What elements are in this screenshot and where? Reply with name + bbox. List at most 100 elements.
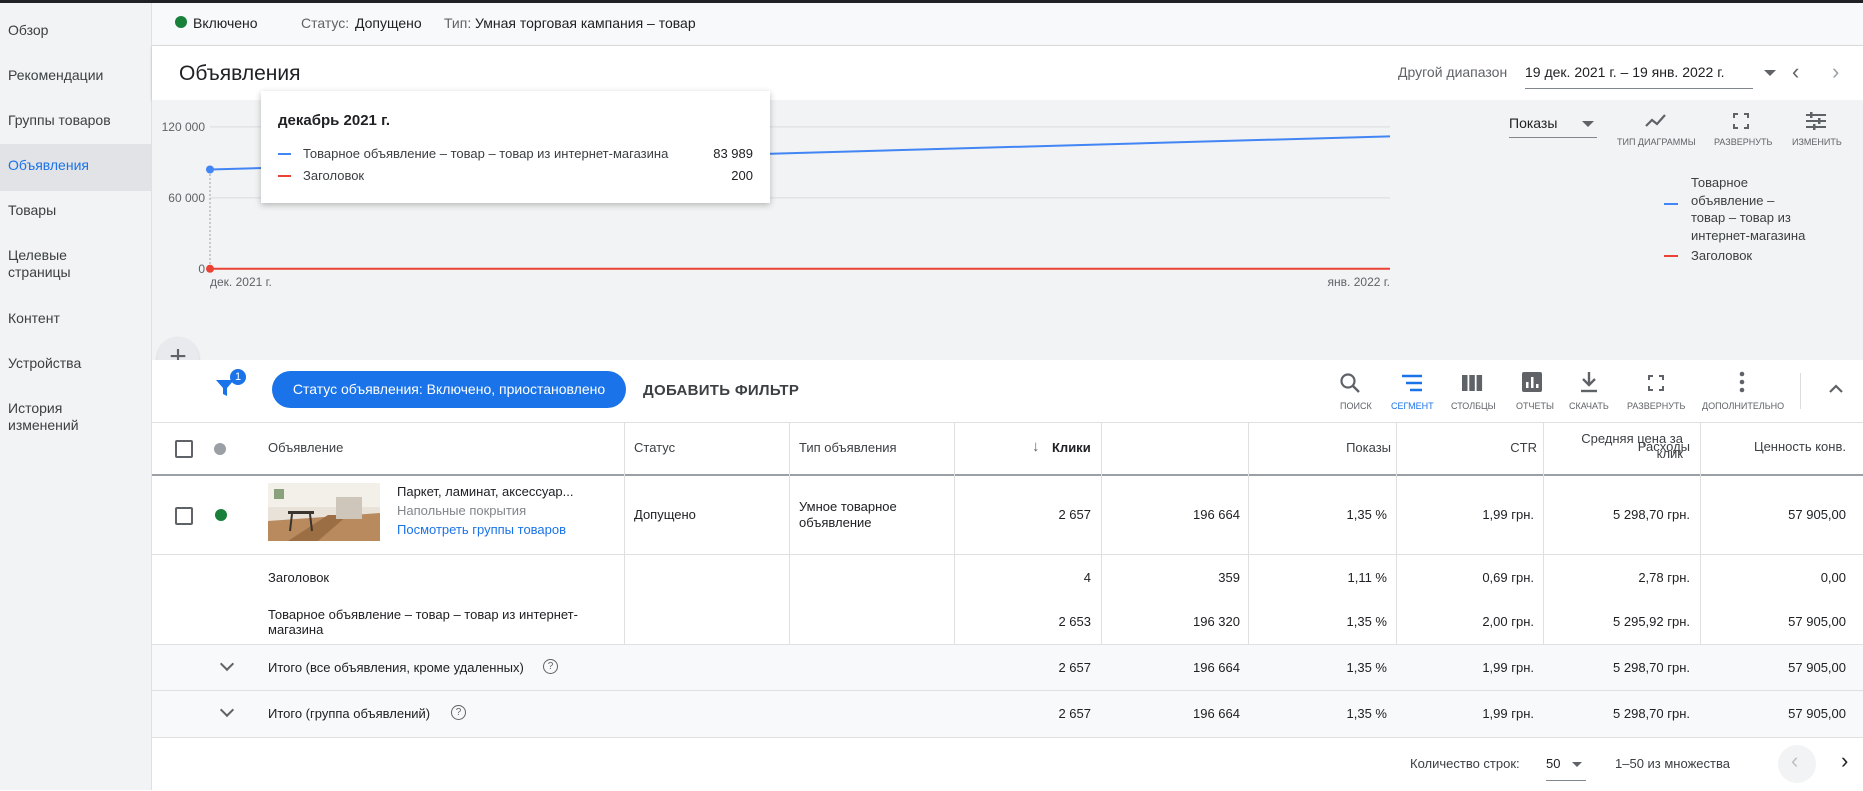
legend-label-series2[interactable]: Заголовок <box>1691 248 1752 263</box>
sidebar-item-product-groups[interactable]: Группы товаров <box>8 112 143 129</box>
sidebar-item-overview[interactable]: Обзор <box>8 22 143 39</box>
segment-conv: 57 905,00 <box>1700 614 1846 629</box>
ad-title[interactable]: Паркет, ламинат, аксессуар... <box>397 484 574 499</box>
sidebar-item-content[interactable]: Контент <box>8 310 143 327</box>
prev-period-icon[interactable]: ‹ <box>1792 59 1799 85</box>
header-conv-value[interactable]: Ценность конв. <box>1733 439 1846 454</box>
segment-label-line2: магазина <box>268 622 578 637</box>
date-range-dropdown-icon[interactable] <box>1764 70 1776 76</box>
header-status[interactable]: Статус <box>634 440 675 455</box>
add-filter-button[interactable]: ДОБАВИТЬ ФИЛЬТР <box>643 382 799 399</box>
reports-label[interactable]: ОТЧЕТЫ <box>1516 401 1554 411</box>
totals-cost: 5 298,70 грн. <box>1543 706 1690 721</box>
header-ctr[interactable]: CTR <box>1510 440 1537 455</box>
download-icon[interactable] <box>1579 371 1599 393</box>
sidebar-item-devices[interactable]: Устройства <box>8 355 143 372</box>
totals-clicks: 2 657 <box>954 660 1091 675</box>
metric-select[interactable]: Показы <box>1509 115 1557 131</box>
sort-down-icon[interactable]: ↓ <box>1032 438 1040 455</box>
sidebar-item-change-history[interactable]: История изменений <box>8 400 98 434</box>
download-label[interactable]: СКАЧАТЬ <box>1569 401 1609 411</box>
header-impressions[interactable]: Показы <box>1346 440 1391 455</box>
expand-chevron-icon[interactable] <box>220 703 234 717</box>
segment-impressions: 196 320 <box>1101 614 1240 629</box>
edit-chart-icon[interactable] <box>1805 111 1827 131</box>
totals-ctr: 1,35 % <box>1248 660 1387 675</box>
totals-cost: 5 298,70 грн. <box>1543 660 1690 675</box>
edit-chart-label[interactable]: ИЗМЕНИТЬ <box>1792 137 1842 147</box>
totals-row-all: Итого (все объявления, кроме удаленных) … <box>152 644 1863 691</box>
sidebar-item-products[interactable]: Товары <box>8 202 143 219</box>
date-range-value[interactable]: 19 дек. 2021 г. – 19 янв. 2022 г. <box>1525 64 1725 80</box>
legend-series1-line3: товар – товар из <box>1691 209 1805 227</box>
chart-tooltip: декабрь 2021 г. Товарное объявление – то… <box>261 91 770 203</box>
row-checkbox[interactable] <box>175 507 193 525</box>
more-options-icon[interactable] <box>1739 371 1745 393</box>
rows-per-page-label: Количество строк: <box>1410 756 1520 771</box>
type-value: Умная торговая кампания – товар <box>475 15 696 31</box>
next-period-icon[interactable]: › <box>1832 59 1839 85</box>
rows-per-page-select[interactable]: 50 <box>1546 756 1560 771</box>
expand-chart-icon[interactable] <box>1732 112 1750 130</box>
reports-icon[interactable] <box>1522 372 1542 392</box>
metric-select-underline <box>1509 137 1597 138</box>
header-ad-type[interactable]: Тип объявления <box>799 440 897 455</box>
chart-type-label[interactable]: ТИП ДИАГРАММЫ <box>1617 137 1696 147</box>
ad-subtitle: Напольные покрытия <box>397 503 526 518</box>
totals-ctr: 1,35 % <box>1248 706 1387 721</box>
select-all-checkbox[interactable] <box>175 440 193 458</box>
segment-clicks: 4 <box>954 570 1091 585</box>
status-column-dot-icon <box>214 443 226 455</box>
sidebar-item-ads[interactable]: Объявления <box>8 157 143 174</box>
totals-row-group: Итого (группа объявлений) ? 2 657 196 66… <box>152 690 1863 738</box>
expand-chart-label[interactable]: РАЗВЕРНУТЬ <box>1714 137 1772 147</box>
columns-icon[interactable] <box>1461 374 1483 392</box>
status-value: Допущено <box>355 15 422 31</box>
search-icon[interactable] <box>1339 372 1361 394</box>
legend-label-series1[interactable]: Товарное объявление – товар – товар из и… <box>1691 174 1805 244</box>
sidebar-item-landing-pages[interactable]: Целевые страницы <box>8 247 98 281</box>
segment-label-line1: Товарное объявление – товар – товар из и… <box>268 607 578 622</box>
clicks-value: 2 657 <box>954 507 1091 522</box>
legend-series1-line1: Товарное <box>1691 174 1805 192</box>
totals-conv: 57 905,00 <box>1700 660 1846 675</box>
status-label: Статус: <box>301 15 349 31</box>
x-tick-label: дек. 2021 г. <box>210 275 272 289</box>
type-label: Тип: <box>444 15 471 31</box>
page-title: Объявления <box>179 62 300 86</box>
status-bar: Включено Статус: Допущено Тип: Умная тор… <box>152 3 1863 46</box>
pagination-footer: Количество строк: 50 1–50 из множества ‹… <box>152 737 1863 791</box>
metric-select-dropdown-icon[interactable] <box>1582 121 1594 127</box>
segment-icon[interactable] <box>1401 373 1423 393</box>
next-page-icon[interactable]: › <box>1841 748 1848 774</box>
help-icon[interactable]: ? <box>543 659 558 674</box>
col-divider <box>789 422 790 644</box>
segment-cpc: 0,69 грн. <box>1396 570 1534 585</box>
totals-conv: 57 905,00 <box>1700 706 1846 721</box>
header-cost[interactable]: Расходы <box>1600 439 1690 454</box>
columns-label[interactable]: СТОЛБЦЫ <box>1451 401 1496 411</box>
toolbar-divider <box>1800 373 1801 409</box>
ad-status-value: Допущено <box>634 507 696 522</box>
collapse-up-icon[interactable] <box>1828 383 1844 393</box>
more-options-label[interactable]: ДОПОЛНИТЕЛЬНО <box>1702 401 1784 411</box>
header-ad[interactable]: Объявление <box>268 440 343 455</box>
tooltip-label-series1: Товарное объявление – товар – товар из и… <box>303 146 668 161</box>
totals-impressions: 196 664 <box>1101 660 1240 675</box>
prev-page-icon[interactable]: ‹ <box>1791 748 1798 774</box>
sidebar-item-recommendations[interactable]: Рекомендации <box>8 67 143 84</box>
rows-per-page-dropdown-icon[interactable] <box>1572 762 1582 767</box>
tooltip-label-series2: Заголовок <box>303 168 364 183</box>
view-product-groups-link[interactable]: Посмотреть группы товаров <box>397 522 566 537</box>
expand-table-label[interactable]: РАЗВЕРНУТЬ <box>1627 401 1685 411</box>
status-filter-chip[interactable]: Статус объявления: Включено, приостановл… <box>272 371 626 408</box>
segment-label[interactable]: СЕГМЕНТ <box>1391 401 1434 411</box>
chart-type-icon[interactable] <box>1644 112 1668 130</box>
expand-table-icon[interactable] <box>1647 374 1665 392</box>
series-point-2[interactable] <box>206 265 214 273</box>
header-clicks[interactable]: Клики <box>1052 440 1091 455</box>
help-icon[interactable]: ? <box>451 705 466 720</box>
expand-chevron-icon[interactable] <box>220 657 234 671</box>
search-label[interactable]: ПОИСК <box>1340 401 1372 411</box>
series-point-1[interactable] <box>206 166 214 174</box>
